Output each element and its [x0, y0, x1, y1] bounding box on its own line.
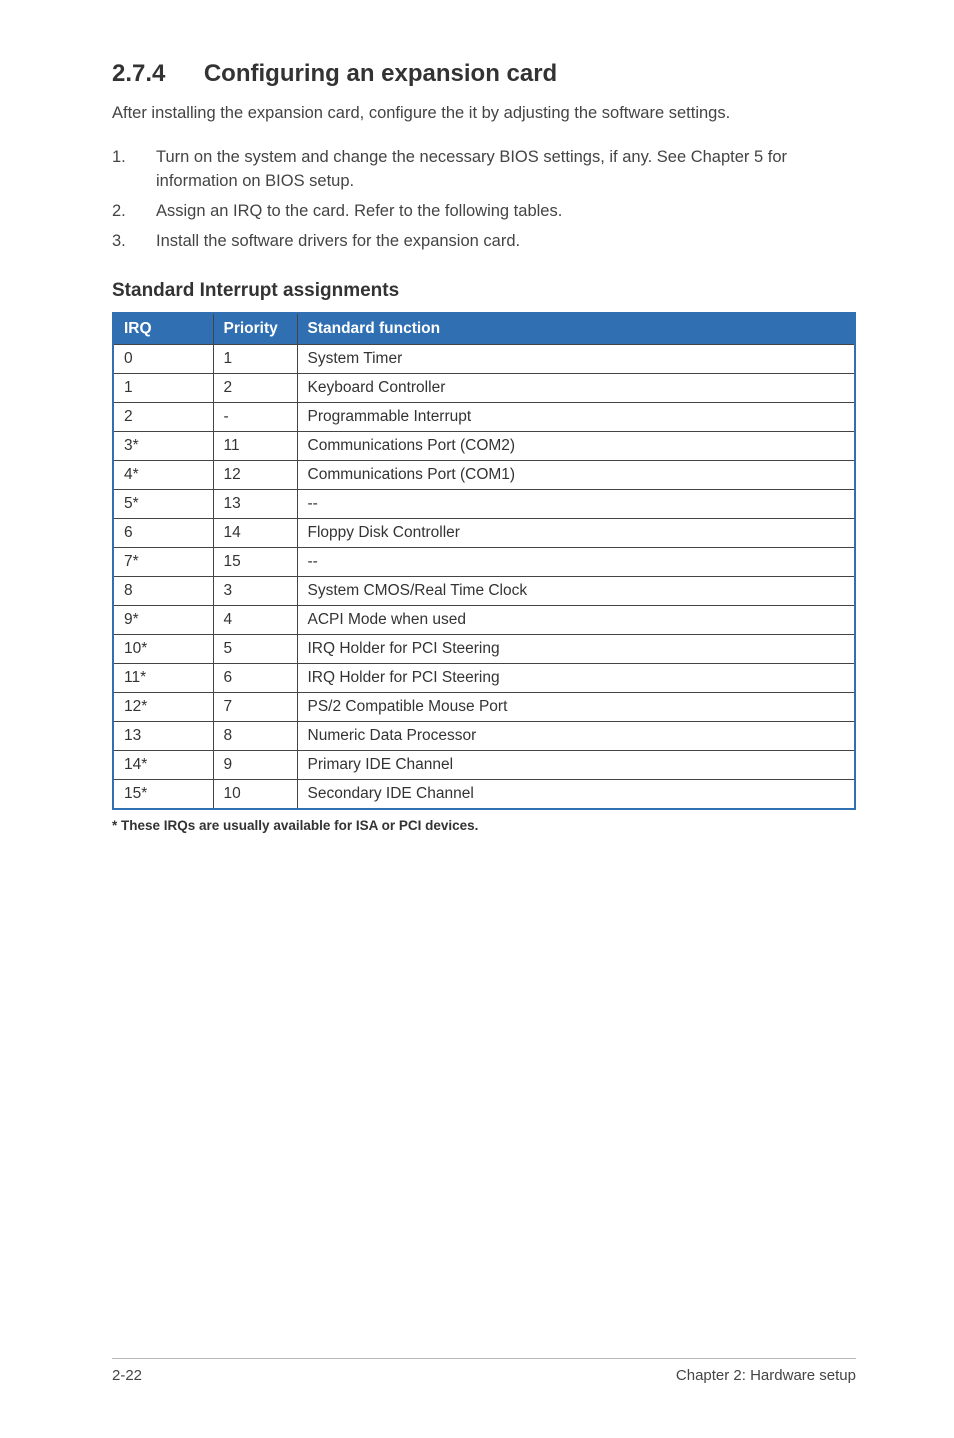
irq-table: IRQ Priority Standard function 0 1 Syste… [112, 312, 856, 810]
cell-irq: 1 [113, 373, 213, 402]
step-item: 2. Assign an IRQ to the card. Refer to t… [112, 200, 856, 224]
table-heading: Standard Interrupt assignments [112, 280, 856, 302]
col-header-irq: IRQ [113, 313, 213, 345]
col-header-function: Standard function [297, 313, 855, 345]
cell-irq: 13 [113, 721, 213, 750]
table-row: 0 1 System Timer [113, 344, 855, 373]
table-row: 10* 5 IRQ Holder for PCI Steering [113, 634, 855, 663]
table-row: 13 8 Numeric Data Processor [113, 721, 855, 750]
table-header-row: IRQ Priority Standard function [113, 313, 855, 345]
step-number: 3. [112, 230, 156, 254]
table-row: 9* 4 ACPI Mode when used [113, 605, 855, 634]
cell-irq: 5* [113, 489, 213, 518]
cell-priority: 11 [213, 431, 297, 460]
table-row: 1 2 Keyboard Controller [113, 373, 855, 402]
footer-chapter: Chapter 2: Hardware setup [676, 1367, 856, 1384]
step-text: Install the software drivers for the exp… [156, 230, 520, 254]
table-row: 8 3 System CMOS/Real Time Clock [113, 576, 855, 605]
table-row: 11* 6 IRQ Holder for PCI Steering [113, 663, 855, 692]
table-footnote: * These IRQs are usually available for I… [112, 818, 856, 833]
section-title: Configuring an expansion card [204, 60, 557, 87]
table-row: 3* 11 Communications Port (COM2) [113, 431, 855, 460]
steps-list: 1. Turn on the system and change the nec… [112, 146, 856, 254]
section-number: 2.7.4 [112, 60, 165, 87]
cell-function: Secondary IDE Channel [297, 779, 855, 809]
cell-irq: 3* [113, 431, 213, 460]
cell-function: Programmable Interrupt [297, 402, 855, 431]
cell-irq: 14* [113, 750, 213, 779]
intro-paragraph: After installing the expansion card, con… [112, 102, 856, 124]
cell-irq: 6 [113, 518, 213, 547]
cell-function: System CMOS/Real Time Clock [297, 576, 855, 605]
step-number: 2. [112, 200, 156, 224]
table-row: 14* 9 Primary IDE Channel [113, 750, 855, 779]
page-footer: 2-22 Chapter 2: Hardware setup [112, 1358, 856, 1384]
footer-page-number: 2-22 [112, 1367, 142, 1384]
cell-priority: - [213, 402, 297, 431]
table-row: 5* 13 -- [113, 489, 855, 518]
table-row: 2 - Programmable Interrupt [113, 402, 855, 431]
table-row: 4* 12 Communications Port (COM1) [113, 460, 855, 489]
cell-priority: 3 [213, 576, 297, 605]
cell-priority: 8 [213, 721, 297, 750]
cell-function: -- [297, 547, 855, 576]
cell-function: IRQ Holder for PCI Steering [297, 634, 855, 663]
cell-irq: 0 [113, 344, 213, 373]
cell-function: ACPI Mode when used [297, 605, 855, 634]
cell-irq: 7* [113, 547, 213, 576]
cell-function: IRQ Holder for PCI Steering [297, 663, 855, 692]
cell-irq: 9* [113, 605, 213, 634]
cell-function: PS/2 Compatible Mouse Port [297, 692, 855, 721]
cell-function: -- [297, 489, 855, 518]
cell-priority: 4 [213, 605, 297, 634]
cell-priority: 12 [213, 460, 297, 489]
cell-irq: 4* [113, 460, 213, 489]
cell-irq: 10* [113, 634, 213, 663]
step-number: 1. [112, 146, 156, 194]
section-heading: 2.7.4 Configuring an expansion card [112, 60, 856, 88]
cell-function: Communications Port (COM2) [297, 431, 855, 460]
cell-irq: 11* [113, 663, 213, 692]
cell-irq: 8 [113, 576, 213, 605]
table-row: 15* 10 Secondary IDE Channel [113, 779, 855, 809]
cell-irq: 15* [113, 779, 213, 809]
cell-priority: 5 [213, 634, 297, 663]
cell-priority: 14 [213, 518, 297, 547]
cell-function: Keyboard Controller [297, 373, 855, 402]
step-item: 1. Turn on the system and change the nec… [112, 146, 856, 194]
cell-function: Communications Port (COM1) [297, 460, 855, 489]
table-row: 6 14 Floppy Disk Controller [113, 518, 855, 547]
page: 2.7.4 Configuring an expansion card Afte… [0, 0, 954, 1438]
cell-priority: 1 [213, 344, 297, 373]
col-header-priority: Priority [213, 313, 297, 345]
cell-irq: 12* [113, 692, 213, 721]
cell-priority: 9 [213, 750, 297, 779]
cell-priority: 6 [213, 663, 297, 692]
cell-priority: 15 [213, 547, 297, 576]
table-row: 7* 15 -- [113, 547, 855, 576]
cell-priority: 7 [213, 692, 297, 721]
table-row: 12* 7 PS/2 Compatible Mouse Port [113, 692, 855, 721]
cell-function: Floppy Disk Controller [297, 518, 855, 547]
step-item: 3. Install the software drivers for the … [112, 230, 856, 254]
cell-priority: 10 [213, 779, 297, 809]
cell-function: Numeric Data Processor [297, 721, 855, 750]
cell-priority: 13 [213, 489, 297, 518]
cell-function: Primary IDE Channel [297, 750, 855, 779]
step-text: Assign an IRQ to the card. Refer to the … [156, 200, 562, 224]
step-text: Turn on the system and change the necess… [156, 146, 856, 194]
cell-irq: 2 [113, 402, 213, 431]
cell-function: System Timer [297, 344, 855, 373]
cell-priority: 2 [213, 373, 297, 402]
